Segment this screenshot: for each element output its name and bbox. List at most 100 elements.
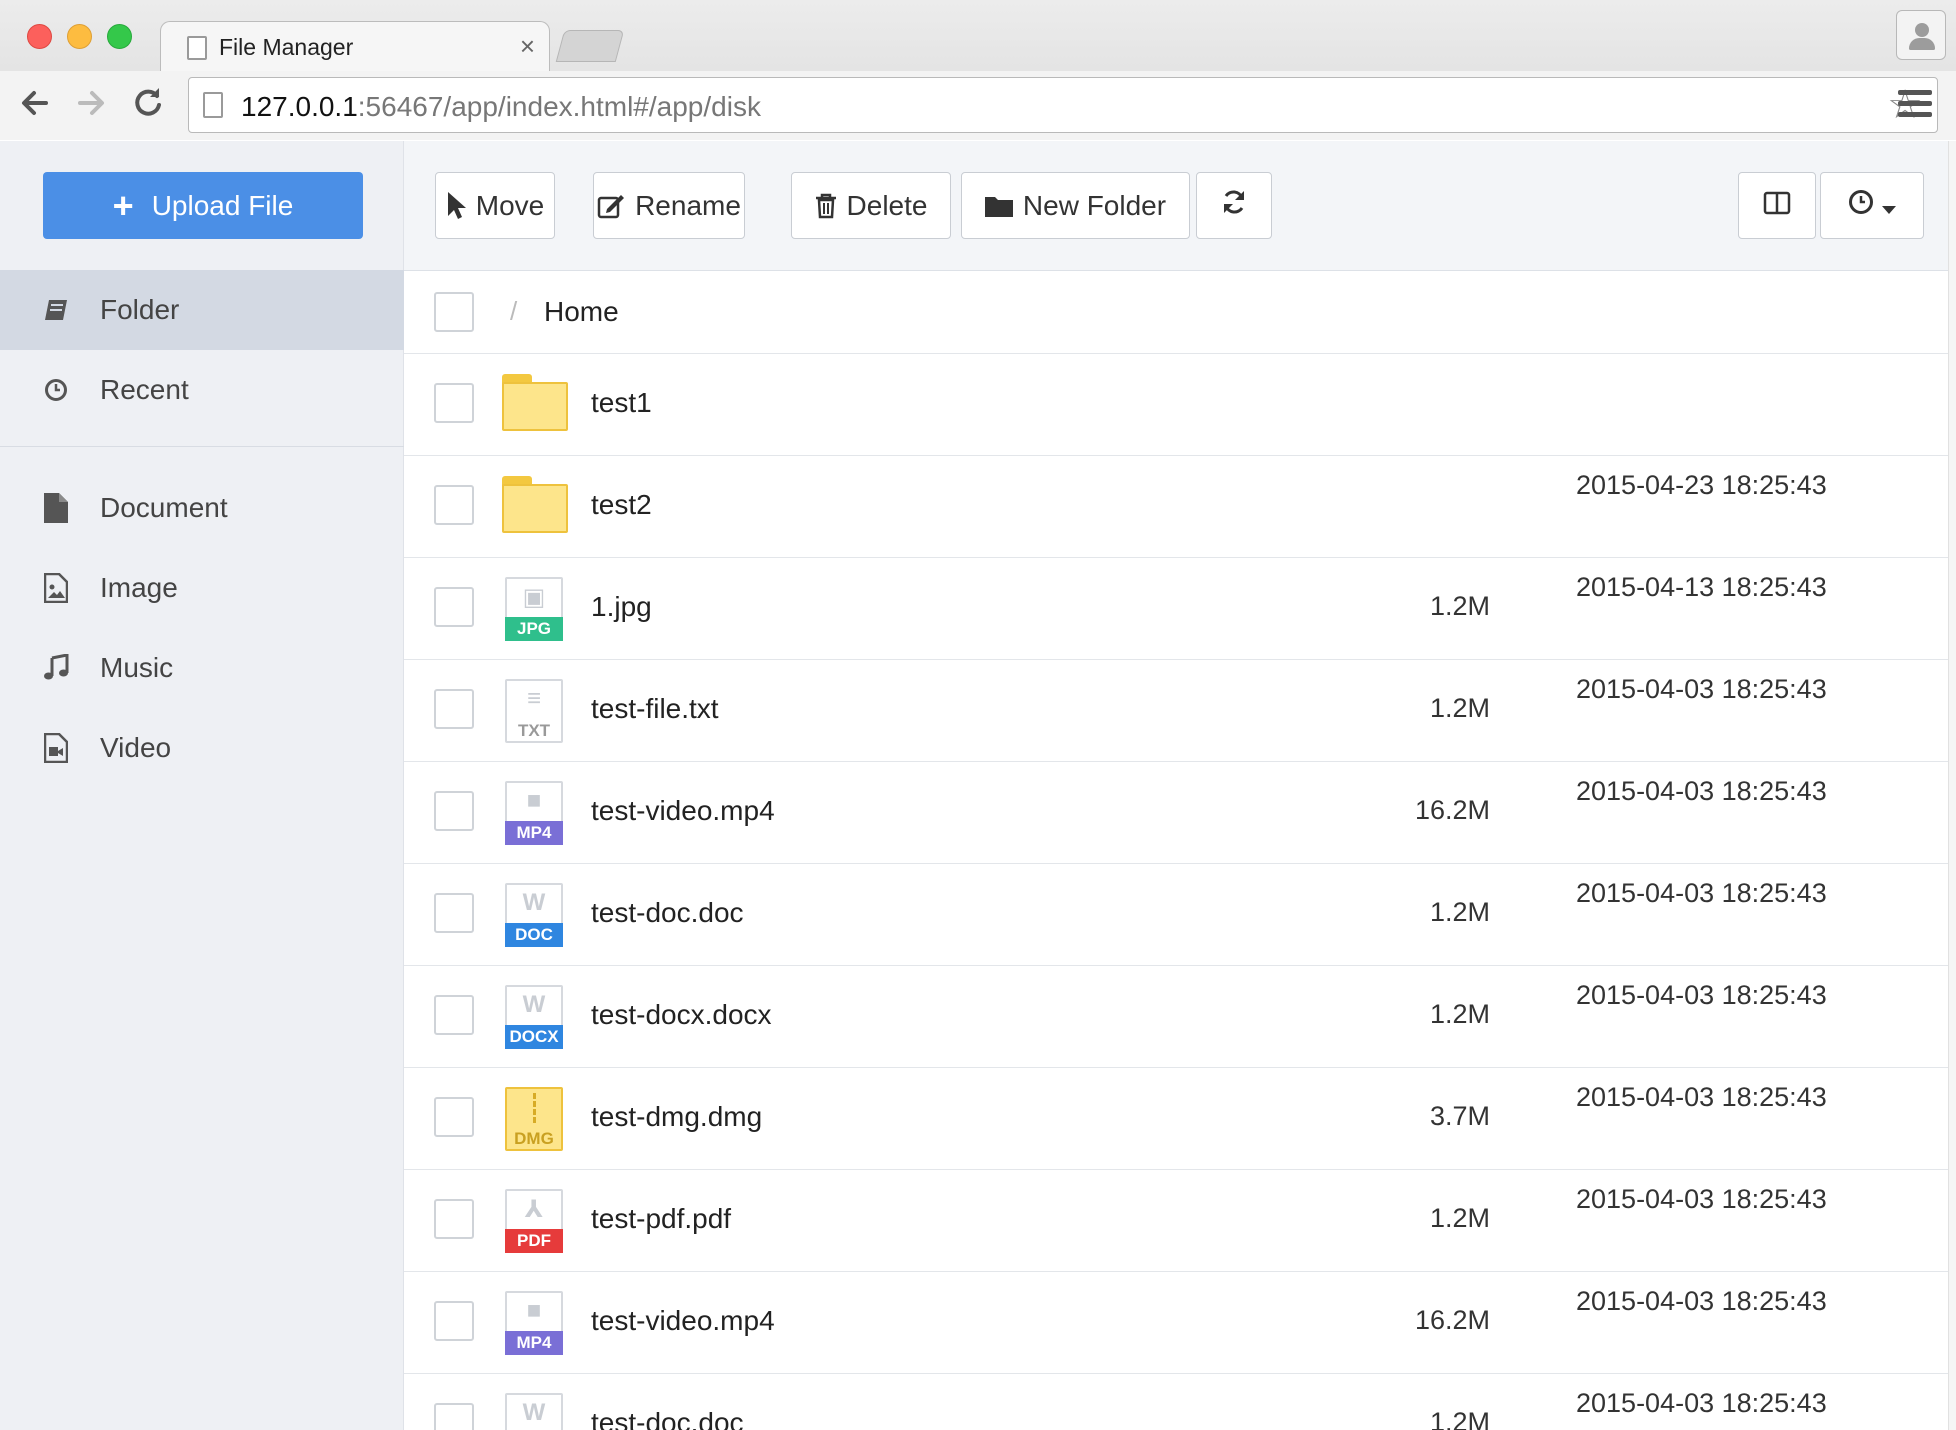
sidebar-item-recent[interactable]: Recent [0,350,404,430]
address-bar[interactable]: 127.0.0.1:56467/app/index.html#/app/disk… [188,77,1938,133]
row-checkbox[interactable] [434,383,474,423]
file-date: 2015-04-03 18:25:43 [1576,1082,1827,1112]
folder-icon [502,374,568,431]
file-type-label: MP4 [505,1331,563,1355]
cursor-icon [446,191,466,221]
row-checkbox[interactable] [434,587,474,627]
browser-chrome: File Manager × 127.0.0.1:56467/app/index… [0,0,1956,140]
file-size: 1.2M [1429,1407,1490,1430]
move-label: Move [475,189,545,221]
sidebar-divider [0,446,404,447]
folder-icon [502,476,568,533]
select-all-checkbox[interactable] [434,292,474,332]
zoom-window-button[interactable] [107,24,132,49]
file-row[interactable]: WDOC test-doc.doc 1.2M 2015-04-03 18:25:43 [404,1374,1956,1430]
file-size: 16.2M [1414,795,1490,825]
upload-file-button[interactable]: + Upload File [43,172,363,239]
file-size: 1.2M [1429,999,1490,1029]
rename-button[interactable]: Rename [593,172,745,239]
page-icon [187,36,207,60]
sidebar-item-label: Image [100,572,178,603]
sidebar-item-folder[interactable]: Folder [0,270,404,350]
folder-icon [984,195,1013,217]
file-name: test-video.mp4 [591,795,775,826]
clock-icon [42,378,70,402]
file-row[interactable]: DMG test-dmg.dmg 3.7M 2015-04-03 18:25:43 [404,1068,1956,1170]
rename-label: Rename [635,189,741,221]
sidebar-item-video[interactable]: Video [0,708,404,788]
pdf-file-icon: ⅄ PDF [505,1189,563,1253]
scrollbar[interactable] [1948,141,1956,1430]
row-checkbox[interactable] [434,1097,474,1137]
upload-file-label: Upload File [151,189,294,221]
file-type-label: DOCX [505,1025,563,1049]
sidebar-item-document[interactable]: Document [0,468,404,548]
file-name: test-doc.doc [591,1407,744,1430]
file-name: test-doc.doc [591,897,744,928]
close-window-button[interactable] [27,24,52,49]
person-icon [1915,23,1929,37]
file-row[interactable]: W DOCX test-docx.docx 1.2M 2015-04-03 18:25:… [404,966,1956,1068]
mp4-file-icon: ■ MP4 [505,1291,563,1355]
sidebar-item-label: Folder [100,294,180,325]
plus-icon: + [112,184,134,226]
file-date: 2015-04-23 18:25:43 [1576,470,1827,500]
tab-close-icon[interactable]: × [520,31,535,62]
file-row[interactable]: WDOC test-doc.doc 1.2M 2015-04-03 18:25:43 [404,864,1956,966]
forward-arrow-icon[interactable] [74,83,106,132]
file-date: 2015-04-13 18:25:43 [1576,572,1827,602]
row-checkbox[interactable] [434,689,474,729]
url-text[interactable]: 127.0.0.1:56467/app/index.html#/app/disk [241,91,761,123]
browser-tab[interactable]: File Manager × [160,21,550,71]
back-arrow-icon[interactable] [20,83,52,132]
move-button[interactable]: Move [435,172,555,239]
caret-down-icon [1882,190,1896,222]
file-type-label: TXT [517,721,551,740]
file-row[interactable]: ■ MP4 test-video.mp4 16.2M 2015-04-03 18:25:… [404,1272,1956,1374]
file-row[interactable]: ≡ TXT test-file.txt 1.2M 2015-04-03 18:25:43 [404,660,1956,762]
file-row[interactable]: ⅄ PDF test-pdf.pdf 1.2M 2015-04-03 18:25:43 [404,1170,1956,1272]
tab-title: File Manager [219,34,354,60]
clock-icon [1848,189,1874,222]
folder-row[interactable]: test2 2015-04-23 18:25:43 [404,456,1956,558]
folder-row[interactable]: test1 [404,354,1956,456]
row-checkbox[interactable] [434,791,474,831]
new-folder-button[interactable]: New Folder [961,172,1190,239]
row-checkbox[interactable] [434,995,474,1035]
minimize-window-button[interactable] [67,24,92,49]
txt-file-icon: ≡ TXT [505,679,563,743]
doc-file-icon: WDOC [505,1393,563,1430]
refresh-button[interactable] [1196,172,1272,239]
sidebar-item-label: Video [100,732,172,763]
sidebar-item-music[interactable]: Music [0,628,404,708]
split-view-button[interactable] [1738,172,1816,239]
file-row[interactable]: ■ MP4 test-video.mp4 16.2M 2015-04-03 18:25:… [404,762,1956,864]
page-icon [203,92,223,118]
sidebar-item-image[interactable]: Image [0,548,404,628]
reload-icon[interactable] [132,83,164,131]
trash-icon [815,193,837,219]
file-row[interactable]: ▣ JPG 1.jpg 1.2M 2015-04-13 18:25:43 [404,558,1956,660]
row-checkbox[interactable] [434,485,474,525]
browser-menu-icon[interactable] [1898,84,1932,123]
sidebar-item-label: Recent [100,374,189,405]
row-checkbox[interactable] [434,1301,474,1341]
book-icon [42,298,70,322]
new-folder-label: New Folder [1022,189,1167,221]
row-checkbox[interactable] [434,893,474,933]
music-icon [42,654,70,682]
dmg-file-icon: DMG [505,1087,563,1151]
new-tab-button[interactable] [555,30,625,62]
file-date: 2015-04-03 18:25:43 [1576,776,1827,806]
row-checkbox[interactable] [434,1403,474,1430]
delete-button[interactable]: Delete [791,172,951,239]
file-type-label: JPG [505,617,563,641]
row-checkbox[interactable] [434,1199,474,1239]
profile-button[interactable] [1896,10,1946,60]
file-type-label: DMG [514,1129,554,1148]
file-size: 1.2M [1429,1203,1490,1233]
breadcrumb-home-link[interactable]: Home [544,296,619,328]
sort-by-time-dropdown[interactable] [1820,172,1924,239]
breadcrumb-separator: / [510,296,518,326]
sidebar-item-label: Document [100,492,228,523]
